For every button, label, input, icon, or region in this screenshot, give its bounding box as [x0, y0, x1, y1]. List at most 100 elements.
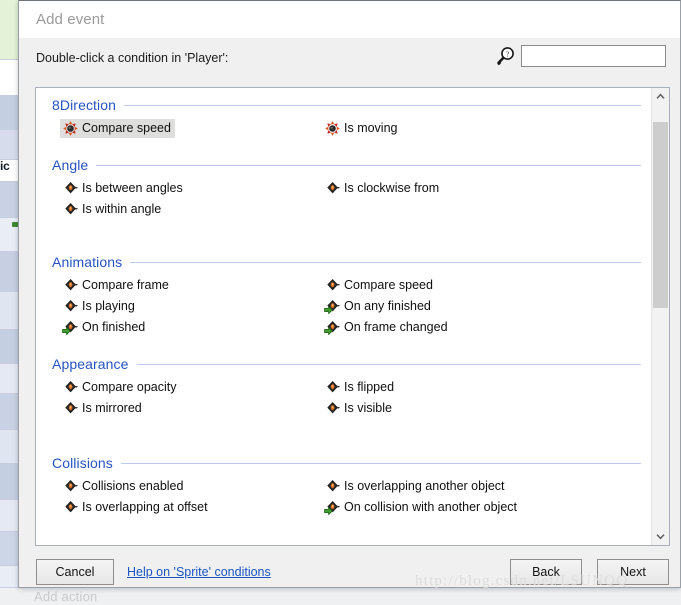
eight-direction-icon	[63, 121, 78, 136]
sprite-icon	[327, 402, 341, 414]
eight-direction-icon	[325, 121, 340, 136]
condition-item-label: Compare speed	[344, 278, 433, 293]
condition-item-label: Is flipped	[344, 380, 395, 395]
background-text-fragment: ic	[0, 159, 10, 173]
search-area: ?	[495, 45, 666, 67]
condition-item[interactable]: Compare opacity	[62, 378, 177, 397]
condition-item[interactable]: On any finished	[324, 297, 431, 316]
condition-item[interactable]: Is overlapping another object	[324, 477, 505, 496]
section-header: 8Direction	[52, 94, 641, 116]
condition-item-label: On frame changed	[344, 320, 448, 335]
section-items: Is between angles Is clockwise from Is wit…	[36, 179, 651, 221]
condition-item-label: Is mirrored	[82, 401, 142, 416]
condition-item-label: Is moving	[344, 121, 398, 136]
condition-item[interactable]: On finished	[62, 318, 145, 337]
condition-item-label: On collision with another object	[344, 500, 518, 515]
condition-section: Animations Compare frame Compare speed Is p…	[36, 251, 651, 339]
chevron-down-icon	[656, 534, 665, 540]
condition-item-label: Is between angles	[82, 181, 183, 196]
condition-section: Angle Is between angles Is clockwise from I…	[36, 154, 651, 221]
sprite-icon	[65, 182, 79, 194]
condition-item-label: Is overlapping another object	[344, 479, 505, 494]
section-items: Collisions enabled Is overlapping another…	[36, 477, 651, 519]
condition-section: Collisions Collisions enabled Is overlappi…	[36, 452, 651, 519]
condition-section: Appearance Compare opacity Is flipped Is mi…	[36, 353, 651, 420]
vertical-scrollbar[interactable]	[651, 88, 669, 545]
condition-item[interactable]: Is moving	[324, 119, 398, 138]
magnifier-help-icon[interactable]: ?	[495, 45, 517, 67]
sprite-icon	[327, 279, 341, 291]
section-title: Angle	[52, 157, 89, 173]
condition-item[interactable]: Is overlapping at offset	[62, 498, 208, 517]
section-items: Compare speed Is moving	[36, 119, 651, 140]
sprite-icon	[327, 480, 341, 492]
screenshot-root: ic Add action Add event Double-click a c…	[0, 0, 681, 605]
next-button[interactable]: Next	[597, 559, 669, 585]
section-header: Appearance	[52, 353, 641, 375]
condition-item[interactable]: Is clockwise from	[324, 179, 439, 198]
background-add-action-label: Add action	[34, 589, 98, 604]
sprite-trigger-icon	[62, 321, 79, 335]
sprite-icon	[65, 203, 79, 215]
condition-item-label: Compare opacity	[82, 380, 177, 395]
condition-item[interactable]: Compare frame	[62, 276, 169, 295]
sprite-icon	[65, 279, 79, 291]
condition-item-label: Is overlapping at offset	[82, 500, 208, 515]
condition-section: 8Direction Compare speed Is moving	[36, 94, 651, 140]
section-header: Animations	[52, 251, 641, 273]
background-bottom-strip	[0, 588, 681, 605]
condition-item-label: Is playing	[82, 299, 135, 314]
conditions-list: 8Direction Compare speed Is moving Angle Is …	[36, 88, 651, 545]
condition-item-label: Is clockwise from	[344, 181, 440, 196]
section-title: Animations	[52, 254, 123, 270]
sprite-trigger-icon	[324, 321, 341, 335]
scrollbar-thumb[interactable]	[653, 121, 668, 309]
condition-item-label: On any finished	[344, 299, 431, 314]
condition-item-label: Is within angle	[82, 202, 162, 217]
conditions-list-panel: 8Direction Compare speed Is moving Angle Is …	[35, 87, 670, 546]
section-divider	[130, 261, 641, 263]
section-title: 8Direction	[52, 97, 117, 113]
condition-item-label: Is visible	[344, 401, 392, 416]
condition-item[interactable]: Collisions enabled	[62, 477, 183, 496]
sprite-icon	[65, 300, 79, 312]
help-link[interactable]: Help on 'Sprite' conditions	[127, 565, 271, 579]
condition-item[interactable]: Is visible	[324, 399, 392, 418]
scroll-down-button[interactable]	[652, 528, 669, 545]
section-divider	[124, 104, 641, 106]
add-event-dialog: Add event Double-click a condition in 'P…	[18, 0, 681, 589]
condition-item[interactable]: Is mirrored	[62, 399, 142, 418]
section-divider	[96, 164, 641, 166]
section-title: Collisions	[52, 455, 113, 471]
sprite-icon	[327, 381, 341, 393]
chevron-up-icon	[656, 93, 665, 99]
condition-item-label: Compare speed	[82, 121, 171, 136]
sprite-trigger-icon	[324, 501, 341, 515]
dialog-title: Add event	[36, 11, 105, 28]
condition-item[interactable]: Is flipped	[324, 378, 394, 397]
sprite-icon	[327, 182, 341, 194]
condition-item[interactable]: Compare speed	[60, 119, 175, 138]
condition-item[interactable]: Is playing	[62, 297, 135, 316]
dialog-prompt: Double-click a condition in 'Player':	[36, 51, 229, 65]
condition-item[interactable]: On collision with another object	[324, 498, 517, 517]
condition-item[interactable]: Is between angles	[62, 179, 183, 198]
scroll-up-button[interactable]	[652, 88, 669, 105]
condition-item-label: Compare frame	[82, 278, 169, 293]
condition-item[interactable]: Is within angle	[62, 200, 161, 219]
condition-item[interactable]: On frame changed	[324, 318, 448, 337]
section-header: Collisions	[52, 452, 641, 474]
sprite-trigger-icon	[324, 300, 341, 314]
section-divider	[120, 462, 641, 464]
condition-item-label: On finished	[82, 320, 146, 335]
section-divider	[136, 363, 641, 365]
section-header: Angle	[52, 154, 641, 176]
condition-item-label: Collisions enabled	[82, 479, 184, 494]
section-items: Compare frame Compare speed Is playing On a…	[36, 276, 651, 339]
sprite-icon	[65, 381, 79, 393]
cancel-button[interactable]: Cancel	[36, 559, 114, 585]
back-button[interactable]: Back	[510, 559, 582, 585]
condition-item[interactable]: Compare speed	[324, 276, 433, 295]
search-input[interactable]	[521, 45, 666, 67]
sprite-icon	[65, 480, 79, 492]
